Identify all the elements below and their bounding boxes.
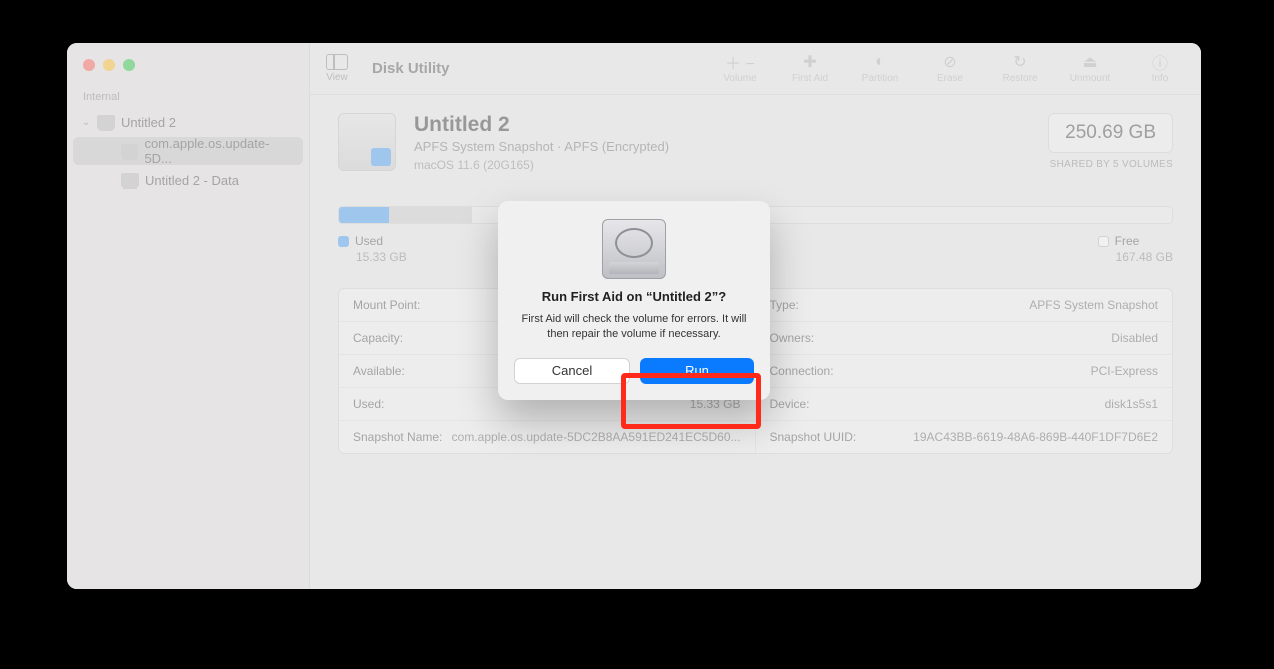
- cancel-button[interactable]: Cancel: [514, 358, 630, 384]
- hard-drive-icon: [602, 219, 666, 279]
- disk-utility-window: Internal ⌄ Untitled 2 com.apple.os.updat…: [67, 43, 1201, 589]
- first-aid-dialog: Run First Aid on “Untitled 2”? First Aid…: [498, 201, 770, 400]
- run-button[interactable]: Run: [640, 358, 754, 384]
- dialog-body: First Aid will check the volume for erro…: [514, 312, 754, 342]
- dialog-title: Run First Aid on “Untitled 2”?: [514, 289, 754, 304]
